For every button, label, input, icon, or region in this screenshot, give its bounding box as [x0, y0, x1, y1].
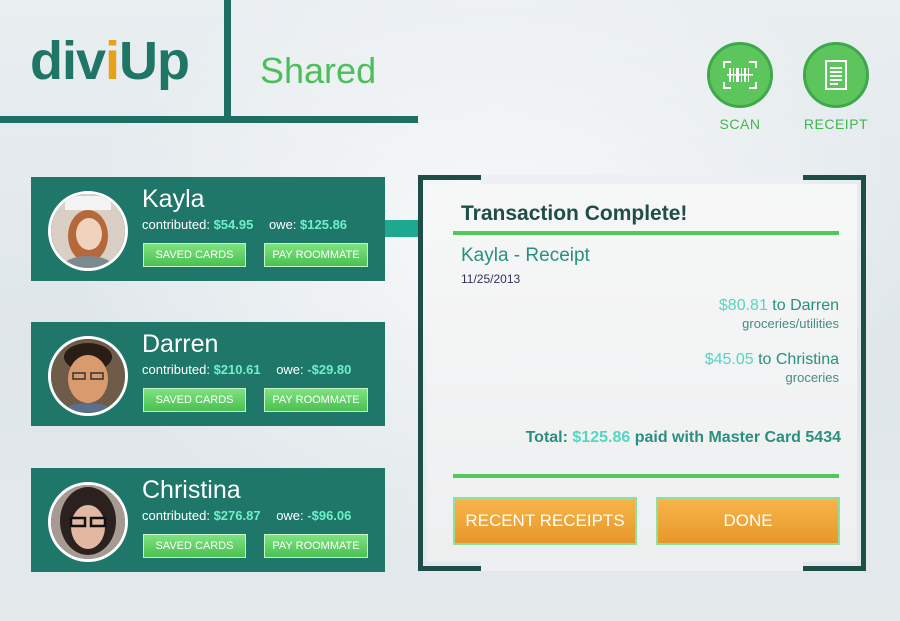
roommate-name: Christina — [142, 476, 241, 504]
avatar — [48, 191, 128, 271]
roommate-name: Kayla — [142, 185, 205, 213]
saved-cards-button[interactable]: SAVED CARDS — [143, 534, 246, 558]
header-divider-vertical — [224, 0, 231, 120]
payment-amount: $80.81 — [718, 297, 768, 314]
receipt-button[interactable]: RECEIPT — [803, 42, 869, 132]
saved-cards-button[interactable]: SAVED CARDS — [143, 243, 246, 267]
owe-value: -$96.06 — [307, 508, 352, 523]
payment-note: groceries — [785, 370, 839, 385]
payment-recipient: to Darren — [772, 297, 839, 314]
saved-cards-button[interactable]: SAVED CARDS — [143, 388, 246, 412]
receipt-icon — [825, 60, 847, 90]
payment-line: $80.81 to Darren groceries/utilities — [719, 297, 839, 331]
payment-amount: $45.05 — [704, 351, 754, 368]
avatar — [48, 336, 128, 416]
receipt-subtitle: Kayla - Receipt — [461, 245, 590, 266]
roommate-card-kayla[interactable]: Kayla contributed: $54.95 owe: $125.86 S… — [31, 177, 385, 281]
roommate-stats: contributed: $276.87 owe: -$96.06 — [142, 508, 352, 523]
pay-roommate-button[interactable]: PAY ROOMMATE — [264, 388, 368, 412]
divider — [453, 474, 839, 478]
scan-button[interactable]: SCAN — [707, 42, 773, 132]
owe-value: $125.86 — [300, 217, 348, 232]
transaction-title: Transaction Complete! — [461, 202, 688, 225]
pay-roommate-button[interactable]: PAY ROOMMATE — [264, 243, 368, 267]
barcode-scan-icon — [723, 61, 757, 89]
payment-line: $45.05 to Christina groceries — [705, 351, 839, 385]
receipt-label: RECEIPT — [803, 116, 869, 132]
receipt-panel: Transaction Complete! Kayla - Receipt 11… — [418, 175, 866, 571]
receipt-date: 11/25/2013 — [461, 272, 521, 286]
roommate-card-darren[interactable]: Darren contributed: $210.61 owe: -$29.80… — [31, 322, 385, 426]
roommate-stats: contributed: $210.61 owe: -$29.80 — [142, 362, 352, 377]
pay-roommate-button[interactable]: PAY ROOMMATE — [264, 534, 368, 558]
contributed-value: $276.87 — [213, 508, 261, 523]
payment-recipient: to Christina — [758, 351, 839, 368]
payment-note: groceries/utilities — [742, 316, 839, 331]
header-divider-horizontal — [0, 116, 418, 123]
selection-connector — [385, 220, 420, 237]
avatar — [48, 482, 128, 562]
total-line: Total: $125.86 paid with Master Card 543… — [525, 429, 841, 446]
recent-receipts-button[interactable]: RECENT RECEIPTS — [453, 497, 637, 545]
roommate-stats: contributed: $54.95 owe: $125.86 — [142, 217, 348, 232]
divider — [453, 231, 839, 235]
done-button[interactable]: DONE — [656, 497, 840, 545]
total-amount: $125.86 — [572, 429, 631, 446]
contributed-value: $54.95 — [213, 217, 254, 232]
roommate-card-christina[interactable]: Christina contributed: $276.87 owe: -$96… — [31, 468, 385, 572]
contributed-value: $210.61 — [213, 362, 261, 377]
page-title: Shared — [260, 50, 377, 91]
app-logo: diviUp — [30, 31, 190, 91]
roommate-name: Darren — [142, 330, 219, 358]
owe-value: -$29.80 — [307, 362, 352, 377]
scan-label: SCAN — [719, 116, 761, 132]
